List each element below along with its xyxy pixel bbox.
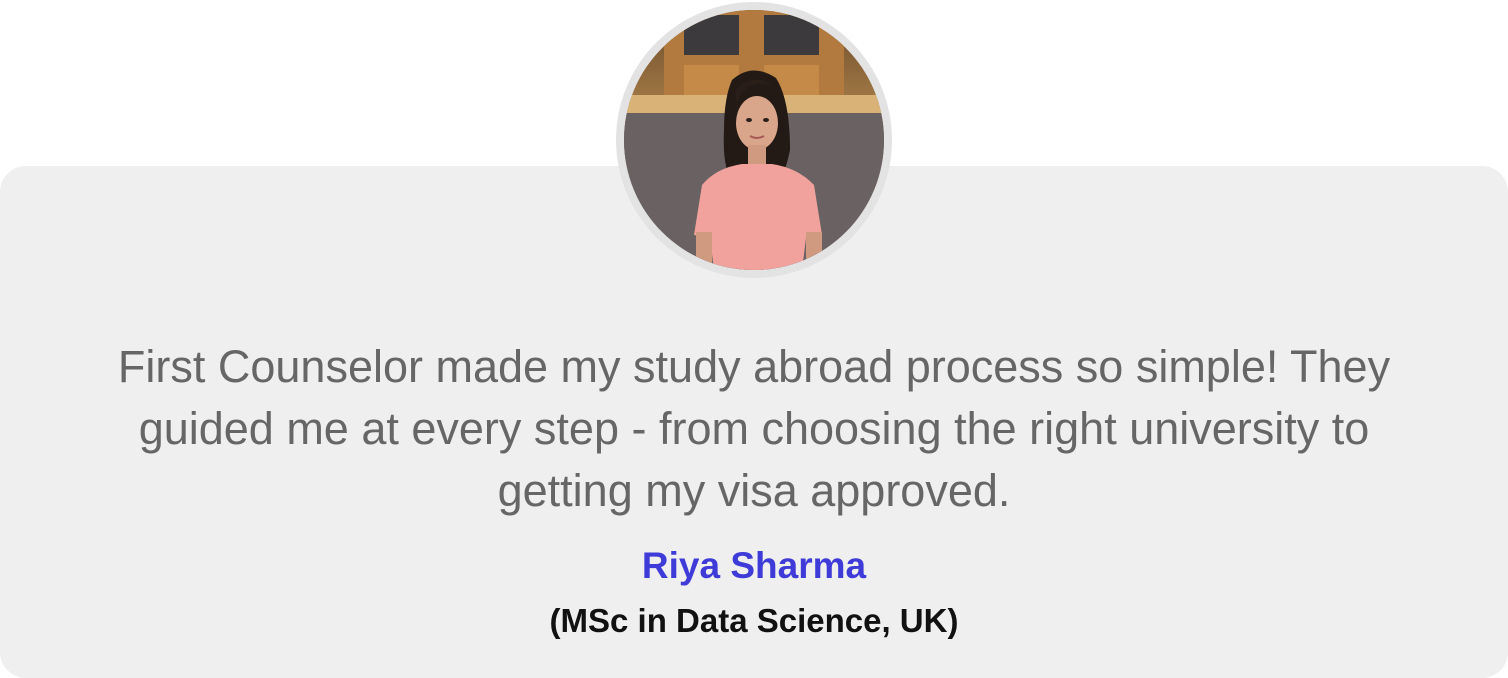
- testimonial-quote: First Counselor made my study abroad pro…: [117, 341, 1391, 516]
- avatar: [616, 2, 892, 278]
- reviewer-program: (MSc in Data Science, UK): [549, 602, 959, 639]
- reviewer-name: Riya Sharma: [641, 545, 867, 586]
- avatar-photo: [624, 10, 884, 270]
